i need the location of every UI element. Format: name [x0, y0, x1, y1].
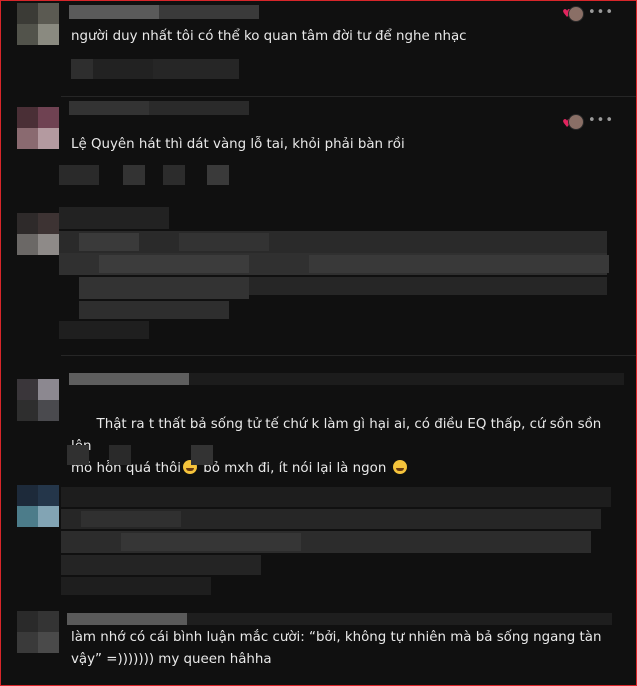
avatar[interactable] — [17, 379, 59, 421]
comment-item: ♥ ••• người duy nhất tôi có thể ko quan … — [1, 1, 636, 97]
reactor-avatar — [568, 114, 584, 130]
comment-item: Thật ra t thất bả sống tử tế chứ k làm g… — [1, 357, 636, 481]
avatar[interactable] — [17, 213, 59, 255]
comment-text: người duy nhất tôi có thể ko quan tâm đờ… — [71, 29, 467, 44]
blurred-username — [67, 613, 612, 625]
blurred-comment-content — [59, 207, 609, 339]
reactor-avatar — [568, 6, 584, 22]
comment-item: làm nhớ có cái bình luận mắc cười: “bởi,… — [1, 611, 636, 685]
comment-text: Lệ Quyên hát thì dát vàng lỗ tai, khỏi p… — [71, 137, 405, 152]
avatar[interactable] — [17, 107, 59, 149]
avatar[interactable] — [17, 611, 59, 653]
avatar[interactable] — [17, 485, 59, 527]
laughing-emoji-icon — [392, 460, 407, 474]
blurred-actions — [67, 445, 213, 465]
more-options-button[interactable]: ••• — [588, 113, 614, 128]
comment-text: làm nhớ có cái bình luận mắc cười: “bởi,… — [71, 630, 602, 667]
blurred-username — [69, 101, 249, 115]
blurred-actions — [71, 59, 239, 79]
avatar[interactable] — [17, 3, 59, 45]
comment-thread-screenshot: ♥ ••• người duy nhất tôi có thể ko quan … — [0, 0, 637, 686]
comment-item: ♥ ••• Lệ Quyên hát thì dát vàng lỗ tai, … — [1, 97, 636, 201]
blurred-comment-content — [61, 487, 611, 599]
more-options-button[interactable]: ••• — [588, 5, 614, 20]
comment-text-part2: bỏ mxh đi, ít nói lại là ngon — [199, 461, 391, 476]
blurred-username — [69, 5, 259, 19]
comment-item — [1, 481, 636, 611]
blurred-actions — [59, 165, 239, 185]
blurred-username — [69, 373, 624, 385]
comment-item — [1, 201, 636, 357]
divider — [61, 355, 636, 356]
